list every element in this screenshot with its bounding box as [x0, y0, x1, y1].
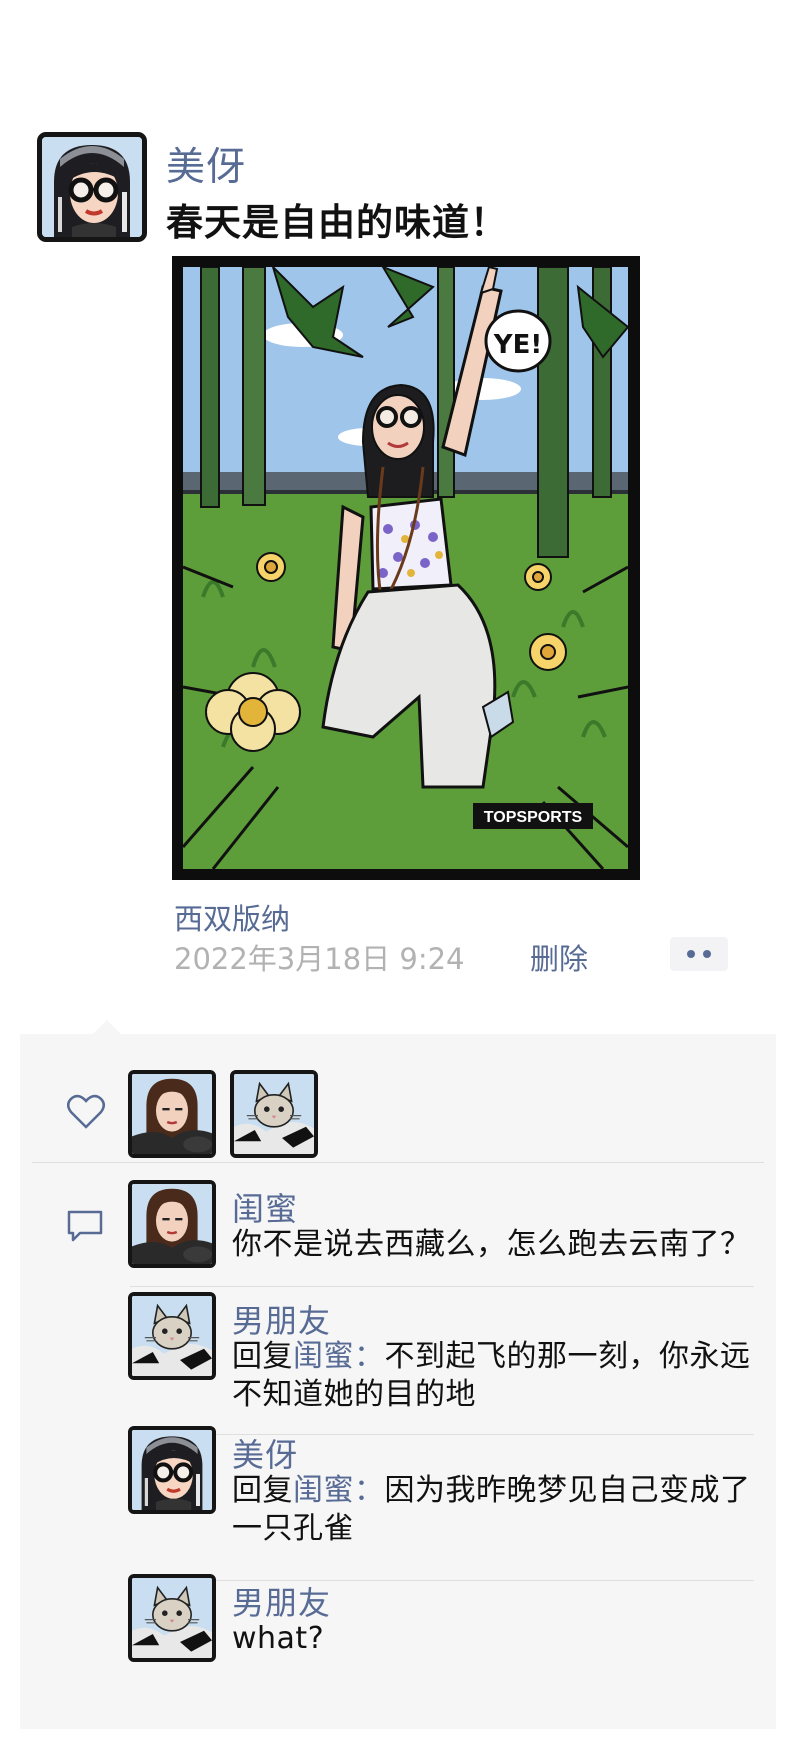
post-time: 2022年3月18日 9:24	[174, 942, 465, 976]
reply-target[interactable]: 闺蜜：	[293, 1473, 385, 1508]
comment-author[interactable]: 美伢	[232, 1430, 298, 1476]
more-dot-icon	[703, 950, 711, 958]
comment-avatar[interactable]	[128, 1180, 216, 1268]
speech-bubble-text: YE!	[493, 330, 542, 360]
more-actions-button[interactable]	[670, 937, 728, 971]
delete-link[interactable]: 删除	[530, 936, 588, 978]
moments-post-page: 美伢 春天是自由的味道！ YE! TOPSPORTS 西双版纳 2022年3月1…	[0, 0, 800, 1755]
reply-target[interactable]: 闺蜜：	[293, 1339, 385, 1374]
comment-author[interactable]: 男朋友	[232, 1578, 331, 1624]
comment-icon	[67, 1210, 103, 1242]
likes-divider	[32, 1162, 764, 1163]
comment-avatar[interactable]	[128, 1574, 216, 1662]
post-location[interactable]: 西双版纳	[174, 896, 290, 938]
post-author-avatar[interactable]	[37, 132, 147, 242]
comment-avatar[interactable]	[128, 1426, 216, 1514]
like-avatar-girl[interactable]	[128, 1070, 216, 1158]
comment-item[interactable]: 美伢 回复闺蜜：因为我昨晚梦见自己变成了一只孔雀	[128, 1426, 750, 1556]
comment-item[interactable]: 男朋友 回复闺蜜：不到起飞的那一刻，你永远不知道她的目的地	[128, 1292, 750, 1422]
comment-body: what?	[232, 1621, 325, 1656]
heart-icon	[67, 1094, 105, 1129]
comment-text: 回复闺蜜：不到起飞的那一刻，你永远不知道她的目的地	[232, 1338, 752, 1414]
comment-item[interactable]: 闺蜜 你不是说去西藏么，怎么跑去云南了？	[128, 1180, 750, 1280]
post-text: 春天是自由的味道！	[166, 201, 508, 244]
comment-text: 你不是说去西藏么，怎么跑去云南了？	[232, 1226, 752, 1264]
like-avatar-cat[interactable]	[230, 1070, 318, 1158]
comment-author[interactable]: 男朋友	[232, 1296, 331, 1342]
comment-divider	[130, 1286, 754, 1287]
post-image[interactable]: YE! TOPSPORTS	[172, 256, 640, 880]
comment-item[interactable]: 男朋友 what?	[128, 1574, 748, 1674]
comment-text: 回复闺蜜：因为我昨晚梦见自己变成了一只孔雀	[232, 1472, 752, 1548]
post-author-name[interactable]: 美伢	[166, 136, 246, 192]
comment-avatar[interactable]	[128, 1292, 216, 1380]
comment-body: 你不是说去西藏么，怎么跑去云南了？	[232, 1227, 751, 1262]
topsports-logo-text: TOPSPORTS	[484, 809, 583, 826]
reply-prefix: 回复	[232, 1339, 293, 1374]
panel-caret	[93, 1020, 121, 1034]
comment-author[interactable]: 闺蜜	[232, 1184, 298, 1230]
post-illustration: YE! TOPSPORTS	[183, 267, 628, 869]
interaction-panel: 闺蜜 你不是说去西藏么，怎么跑去云南了？ 男朋友 回复闺蜜：不到起飞的那一刻，你…	[20, 1034, 776, 1729]
comment-text: what?	[232, 1620, 752, 1658]
more-dot-icon	[687, 950, 695, 958]
reply-prefix: 回复	[232, 1473, 293, 1508]
